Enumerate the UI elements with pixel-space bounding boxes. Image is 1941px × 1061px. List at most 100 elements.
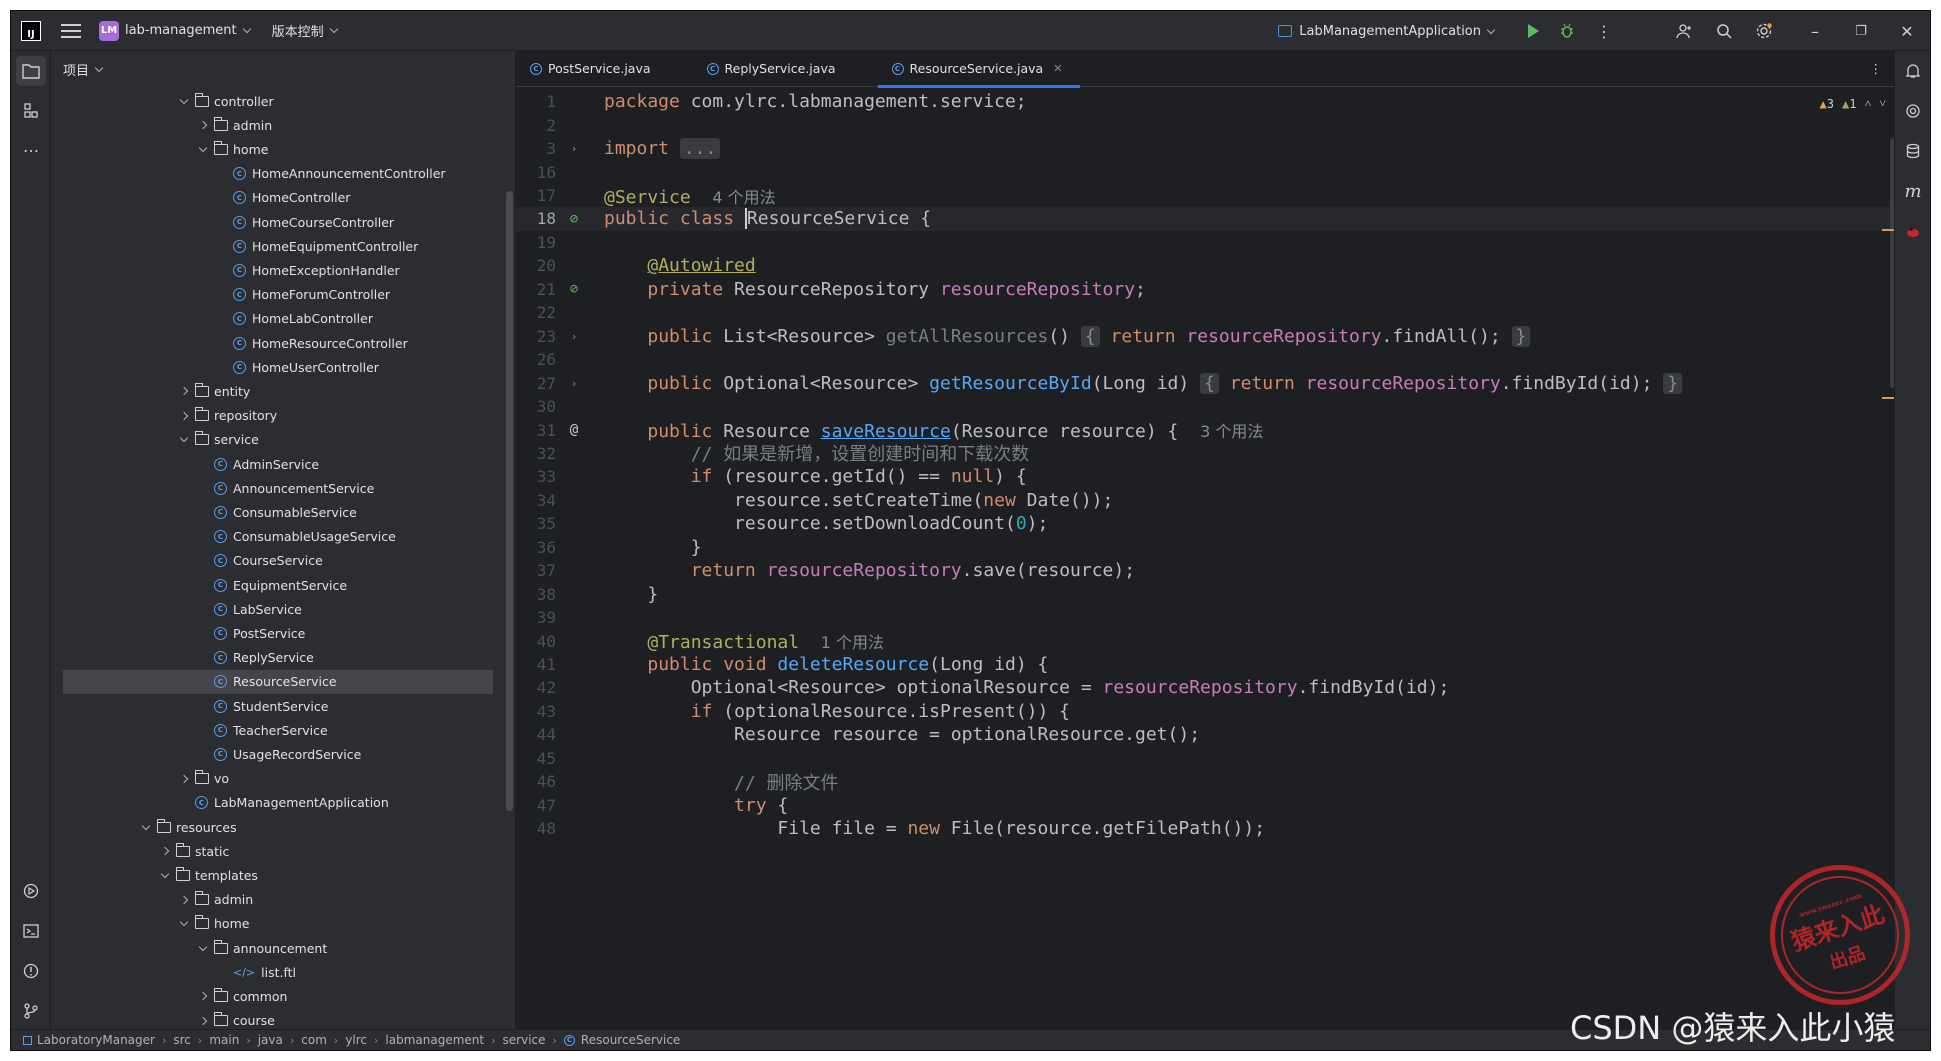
code-area[interactable]: ▲3 ▲1 ˄ ˅ 1 package com.ylrc.labmanagemen… <box>516 88 1896 1031</box>
tree-file[interactable]: C ConsumableService <box>51 500 491 524</box>
code-line[interactable]: 1 package com.ylrc.labmanagement.service; <box>516 90 1896 113</box>
code-line[interactable]: 2 <box>516 113 1896 136</box>
code-line[interactable]: 30 <box>516 395 1896 418</box>
code-line[interactable]: 38 } <box>516 582 1896 605</box>
fold-icon[interactable]: › <box>564 142 584 155</box>
code-line[interactable]: 3 › import ... <box>516 137 1896 160</box>
tree-file[interactable]: C HomeExceptionHandler <box>51 258 491 282</box>
code-line[interactable]: 32 // 如果是新增，设置创建时间和下载次数 <box>516 442 1896 466</box>
breadcrumb-item[interactable]: src <box>173 1033 191 1047</box>
terminal-tool-icon[interactable] <box>16 916 46 946</box>
code-line[interactable]: 26 <box>516 348 1896 371</box>
fold-icon[interactable]: › <box>564 330 584 343</box>
breadcrumb-item[interactable]: java <box>258 1033 283 1047</box>
chevron-down-icon[interactable] <box>329 24 338 34</box>
tree-file[interactable]: C HomeCourseController <box>51 210 491 234</box>
breadcrumb-item[interactable]: labmanagement <box>385 1033 484 1047</box>
more-tools-icon[interactable]: … <box>16 131 46 161</box>
tree-file[interactable]: C AnnouncementService <box>51 476 491 500</box>
database-icon[interactable] <box>1898 136 1928 166</box>
tree-file[interactable]: C ConsumableUsageService <box>51 525 491 549</box>
tree-folder[interactable]: admin <box>51 888 491 912</box>
spring-bean-icon[interactable]: ⊘ <box>564 281 584 297</box>
tree-folder[interactable]: static <box>51 839 491 863</box>
tree-folder[interactable]: course <box>51 1009 491 1031</box>
search-icon[interactable] <box>1704 11 1744 51</box>
chevron-down-icon[interactable] <box>198 144 208 154</box>
chevron-down-icon[interactable] <box>179 96 189 106</box>
ai-assistant-icon[interactable] <box>1898 96 1928 126</box>
project-badge[interactable]: LM <box>99 20 119 41</box>
run-button[interactable] <box>1516 11 1550 51</box>
maven-icon[interactable]: m <box>1898 176 1928 206</box>
chevron-right-icon[interactable] <box>179 411 189 421</box>
settings-icon[interactable] <box>1744 11 1784 51</box>
code-line[interactable]: 44 Resource resource = optionalResource.… <box>516 723 1896 746</box>
tree-file[interactable]: C HomeResourceController <box>51 331 491 355</box>
main-menu-icon[interactable] <box>61 23 81 38</box>
code-line[interactable]: 20 @Autowired <box>516 254 1896 277</box>
tree-file[interactable]: C LabManagementApplication <box>51 791 491 815</box>
code-line[interactable]: 36 } <box>516 536 1896 559</box>
run-config-selector[interactable]: LabManagementApplication <box>1278 24 1496 39</box>
code-line[interactable]: 16 <box>516 160 1896 183</box>
project-panel-header[interactable]: 项目 <box>51 51 515 87</box>
code-line[interactable]: 47 try { <box>516 794 1896 817</box>
tree-file[interactable]: C EquipmentService <box>51 573 491 597</box>
tree-folder[interactable]: announcement <box>51 936 491 960</box>
chevron-down-icon[interactable] <box>179 919 189 929</box>
breadcrumb-item[interactable]: LaboratoryManager <box>37 1033 155 1047</box>
tree-folder[interactable]: controller <box>51 89 491 113</box>
tab-close-icon[interactable]: ✕ <box>1053 62 1062 75</box>
tree-folder[interactable]: vo <box>51 767 491 791</box>
tabs-more-icon[interactable]: ⋮ <box>1870 61 1883 76</box>
debug-button[interactable] <box>1550 11 1584 51</box>
code-line[interactable]: 39 <box>516 606 1896 629</box>
code-line[interactable]: 27 › public Optional<Resource> getResourc… <box>516 371 1896 394</box>
chevron-right-icon[interactable] <box>160 846 170 856</box>
tree-file[interactable]: C AdminService <box>51 452 491 476</box>
breadcrumb-item[interactable]: com <box>301 1033 327 1047</box>
tree-file[interactable]: C ResourceService <box>63 669 493 694</box>
tree-folder[interactable]: admin <box>51 113 491 137</box>
tree-file[interactable]: C HomeEquipmentController <box>51 234 491 258</box>
close-icon[interactable]: ✕ <box>1884 11 1930 51</box>
tree-folder[interactable]: templates <box>51 863 491 887</box>
breadcrumb-item[interactable]: ylrc <box>345 1033 367 1047</box>
tree-file[interactable]: C TeacherService <box>51 718 491 742</box>
code-line[interactable]: 23 › public List<Resource> getAllResource… <box>516 325 1896 348</box>
chevron-right-icon[interactable] <box>179 774 189 784</box>
chevron-down-icon[interactable] <box>160 870 170 880</box>
spring-bean-icon[interactable]: ⊘ <box>564 211 584 227</box>
code-line[interactable]: 34 resource.setCreateTime(new Date()); <box>516 489 1896 512</box>
plugin-icon[interactable] <box>1898 216 1928 246</box>
vcs-menu[interactable]: 版本控制 <box>272 21 324 40</box>
tab-resourceservice[interactable]: C ResourceService.java ✕ <box>877 51 1081 88</box>
tree-file[interactable]: C CourseService <box>51 549 491 573</box>
chevron-down-icon[interactable] <box>141 822 151 832</box>
tree-folder[interactable]: home <box>51 137 491 161</box>
tree-file[interactable]: C ReplyService <box>51 646 491 670</box>
tree-file[interactable]: </> list.ftl <box>51 960 491 984</box>
code-line[interactable]: 46 // 删除文件 <box>516 770 1896 794</box>
code-line[interactable]: 31 @ public Resource saveResource(Resourc… <box>516 418 1896 443</box>
tree-folder[interactable]: repository <box>51 404 491 428</box>
tree-folder[interactable]: common <box>51 984 491 1008</box>
breadcrumb-item[interactable]: service <box>503 1033 546 1047</box>
code-line[interactable]: 19 <box>516 231 1896 254</box>
breadcrumb-item[interactable]: ResourceService <box>581 1033 680 1047</box>
tree-file[interactable]: C HomeAnnouncementController <box>51 162 491 186</box>
code-line[interactable]: 17 @Service 4 个用法 <box>516 184 1896 208</box>
tab-replyservice[interactable]: C ReplyService.java <box>693 51 854 87</box>
git-tool-icon[interactable] <box>16 996 46 1026</box>
tree-folder[interactable]: entity <box>51 379 491 403</box>
code-line[interactable]: 43 if (optionalResource.isPresent()) { <box>516 700 1896 723</box>
tree-folder[interactable]: service <box>51 428 491 452</box>
tree-file[interactable]: C StudentService <box>51 694 491 718</box>
code-line[interactable]: 37 return resourceRepository.save(resour… <box>516 559 1896 582</box>
fold-icon[interactable]: › <box>564 377 584 390</box>
services-tool-icon[interactable] <box>16 876 46 906</box>
chevron-right-icon[interactable] <box>179 895 189 905</box>
chevron-right-icon[interactable] <box>198 991 208 1001</box>
chevron-down-icon[interactable] <box>198 943 208 953</box>
